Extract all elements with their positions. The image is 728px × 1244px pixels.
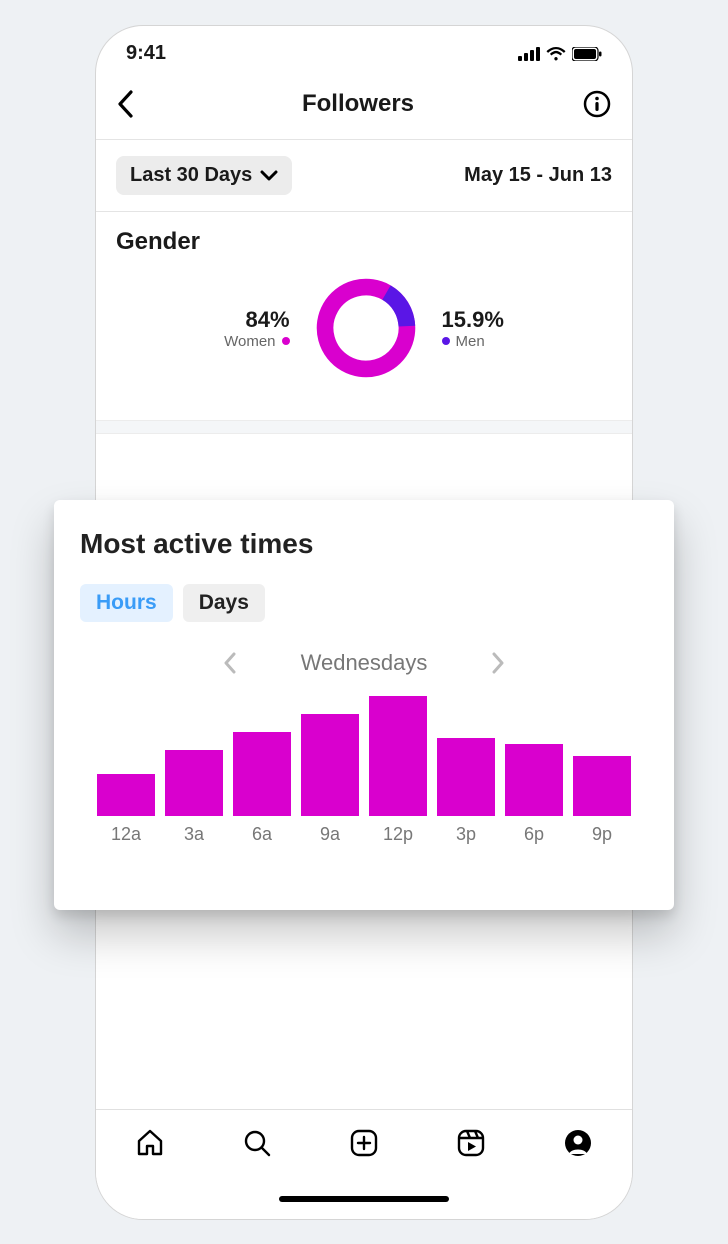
activity-chart-axis: 12a 3a 6a 9a 12p 3p 6p 9p: [80, 824, 648, 845]
status-bar: 9:41: [96, 26, 632, 75]
battery-icon: [572, 47, 602, 61]
prev-day-button[interactable]: [223, 652, 237, 674]
gender-women-label: Women: [224, 333, 289, 350]
chevron-down-icon: [260, 170, 278, 182]
gender-section: Gender 84% Women 15.9% Men: [96, 212, 632, 420]
cellular-icon: [518, 47, 540, 61]
nav-reels[interactable]: [456, 1128, 486, 1158]
active-times-title: Most active times: [80, 528, 648, 560]
section-gap: [96, 420, 632, 434]
profile-icon: [563, 1128, 593, 1158]
gender-title: Gender: [116, 228, 612, 256]
gender-men-text: Men: [456, 333, 485, 350]
most-active-card: Most active times Hours Days Wednesdays …: [54, 500, 674, 910]
tab-days[interactable]: Days: [183, 584, 265, 622]
axis-tick-label: 3a: [165, 824, 223, 845]
chart-bar: [97, 774, 155, 816]
axis-tick-label: 12a: [97, 824, 155, 845]
gender-men-pct: 15.9%: [442, 307, 504, 333]
home-indicator: [279, 1196, 449, 1202]
bottom-nav: [96, 1109, 632, 1219]
tab-hours[interactable]: Hours: [80, 584, 173, 622]
info-icon: [582, 89, 612, 119]
date-range: May 15 - Jun 13: [464, 164, 612, 187]
axis-tick-label: 6p: [505, 824, 563, 845]
reels-icon: [456, 1128, 486, 1158]
home-icon: [135, 1128, 165, 1158]
plus-square-icon: [349, 1128, 379, 1158]
gender-men-label: Men: [442, 333, 504, 350]
chart-bar: [165, 750, 223, 816]
chevron-left-icon: [116, 90, 134, 118]
tab-row: Hours Days: [80, 584, 648, 622]
chart-bar: [505, 744, 563, 816]
activity-bar-chart: [80, 686, 648, 816]
axis-tick-label: 12p: [369, 824, 427, 845]
back-button[interactable]: [116, 90, 134, 118]
chart-bar: [301, 714, 359, 816]
gender-chart-wrap: 84% Women 15.9% Men: [116, 270, 612, 404]
gender-men-block: 15.9% Men: [442, 307, 504, 350]
gender-women-text: Women: [224, 333, 275, 350]
chart-bar: [233, 732, 291, 816]
status-icons: [518, 47, 602, 61]
nav-home[interactable]: [135, 1128, 165, 1158]
gender-women-pct: 84%: [224, 307, 289, 333]
chevron-left-icon: [223, 652, 237, 674]
next-day-button[interactable]: [491, 652, 505, 674]
legend-dot-men-icon: [442, 337, 450, 345]
chart-bar: [573, 756, 631, 816]
chart-bar: [437, 738, 495, 816]
status-time: 9:41: [126, 42, 166, 65]
axis-tick-label: 3p: [437, 824, 495, 845]
gender-women-block: 84% Women: [224, 307, 289, 350]
date-filter-label: Last 30 Days: [130, 164, 252, 187]
page-title: Followers: [302, 90, 414, 118]
nav-search[interactable]: [242, 1128, 272, 1158]
search-icon: [242, 1128, 272, 1158]
chart-bar: [369, 696, 427, 816]
day-label: Wednesdays: [301, 650, 428, 676]
info-button[interactable]: [582, 89, 612, 119]
nav-profile[interactable]: [563, 1128, 593, 1158]
gender-donut-chart: [292, 254, 440, 402]
chevron-right-icon: [491, 652, 505, 674]
wifi-icon: [546, 47, 566, 61]
legend-dot-women-icon: [282, 337, 290, 345]
date-filter-dropdown[interactable]: Last 30 Days: [116, 156, 292, 195]
header: Followers: [96, 75, 632, 139]
nav-create[interactable]: [349, 1128, 379, 1158]
axis-tick-label: 6a: [233, 824, 291, 845]
date-filter-row: Last 30 Days May 15 - Jun 13: [96, 140, 632, 211]
axis-tick-label: 9p: [573, 824, 631, 845]
day-navigator: Wednesdays: [80, 650, 648, 676]
axis-tick-label: 9a: [301, 824, 359, 845]
